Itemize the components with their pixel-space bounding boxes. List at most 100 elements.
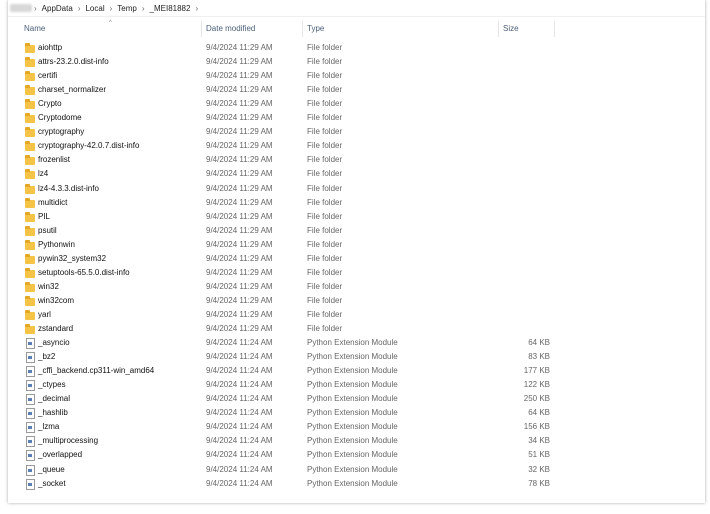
file-size: 34 KB — [528, 436, 550, 446]
folder-icon — [25, 295, 35, 306]
chevron-right-icon[interactable]: › — [193, 4, 200, 13]
folder-icon — [25, 85, 35, 96]
folder-icon — [25, 197, 35, 208]
file-name: _decimal — [38, 394, 71, 404]
file-name: cryptography — [38, 127, 85, 137]
file-row[interactable]: attrs-23.2.0.dist-info 9/4/2024 11:29 AM F… — [8, 55, 705, 69]
file-name: setuptools-65.5.0.dist-info — [38, 267, 130, 277]
file-name: multidict — [38, 197, 68, 207]
python-file-icon — [26, 436, 35, 448]
column-header-size[interactable]: Size — [503, 20, 519, 38]
breadcrumb-local[interactable]: Local — [82, 4, 107, 13]
file-row[interactable]: yarl 9/4/2024 11:29 AM File folder — [8, 308, 705, 322]
file-row[interactable]: certifi 9/4/2024 11:29 AM File folder — [8, 69, 705, 83]
file-name: aiohttp — [38, 43, 63, 52]
python-file-icon — [26, 338, 35, 350]
file-row[interactable]: _multiprocessing 9/4/2024 11:24 AM Python … — [8, 434, 705, 448]
file-size: 177 KB — [523, 366, 550, 376]
column-divider[interactable] — [201, 21, 202, 37]
python-file-icon — [26, 478, 35, 490]
file-date-modified: 9/4/2024 11:24 AM — [206, 366, 273, 376]
file-row[interactable]: Pythonwin 9/4/2024 11:29 AM File folder — [8, 238, 705, 252]
file-row[interactable]: _cffi_backend.cp311-win_amd64 9/4/2024 11… — [8, 364, 705, 378]
breadcrumb-appdata[interactable]: AppData — [39, 4, 76, 13]
file-row[interactable]: zstandard 9/4/2024 11:29 AM File folder — [8, 322, 705, 336]
file-date-modified: 9/4/2024 11:29 AM — [206, 43, 273, 52]
file-row[interactable]: _queue 9/4/2024 11:24 AM Python Extension … — [8, 463, 705, 477]
file-row[interactable]: _socket 9/4/2024 11:24 AM Python Extension… — [8, 477, 705, 491]
file-type: File folder — [307, 169, 343, 179]
file-date-modified: 9/4/2024 11:29 AM — [206, 309, 273, 319]
file-name: _socket — [38, 478, 66, 488]
file-type: Python Extension Module — [307, 478, 398, 488]
file-row[interactable]: _decimal 9/4/2024 11:24 AM Python Extensio… — [8, 392, 705, 406]
file-row[interactable]: PIL 9/4/2024 11:29 AM File folder — [8, 210, 705, 224]
folder-icon — [25, 183, 35, 194]
file-type: File folder — [307, 183, 343, 193]
file-row[interactable]: Crypto 9/4/2024 11:29 AM File folder — [8, 97, 705, 111]
file-date-modified: 9/4/2024 11:24 AM — [206, 436, 273, 446]
folder-icon — [25, 211, 35, 222]
file-name: lz4-4.3.3.dist-info — [38, 183, 99, 193]
folder-icon — [25, 253, 35, 264]
column-divider[interactable] — [554, 21, 555, 37]
file-date-modified: 9/4/2024 11:29 AM — [206, 295, 273, 305]
python-file-icon — [26, 380, 35, 392]
file-date-modified: 9/4/2024 11:24 AM — [206, 450, 273, 460]
column-header-type[interactable]: Type — [307, 20, 324, 38]
file-row[interactable]: Cryptodome 9/4/2024 11:29 AM File folder — [8, 111, 705, 125]
file-row[interactable]: win32 9/4/2024 11:29 AM File folder — [8, 280, 705, 294]
file-name: _ctypes — [38, 380, 66, 390]
file-type: Python Extension Module — [307, 436, 398, 446]
file-date-modified: 9/4/2024 11:29 AM — [206, 85, 273, 95]
python-file-icon — [26, 394, 35, 406]
file-row[interactable]: frozenlist 9/4/2024 11:29 AM File folder — [8, 153, 705, 167]
breadcrumb-current-folder[interactable]: _MEI81882 — [147, 4, 194, 13]
breadcrumb-temp[interactable]: Temp — [114, 4, 140, 13]
file-name: charset_normalizer — [38, 85, 107, 95]
file-size: 122 KB — [523, 380, 550, 390]
file-name: _hashlib — [38, 408, 68, 418]
file-name: Pythonwin — [38, 239, 75, 249]
file-row[interactable]: cryptography-42.0.7.dist-info 9/4/2024 11… — [8, 139, 705, 153]
file-type: Python Extension Module — [307, 408, 398, 418]
file-row[interactable]: _lzma 9/4/2024 11:24 AM Python Extension M… — [8, 420, 705, 434]
file-row[interactable]: _asyncio 9/4/2024 11:24 AM Python Extensio… — [8, 336, 705, 350]
file-row[interactable]: pywin32_system32 9/4/2024 11:29 AM File fo… — [8, 252, 705, 266]
column-divider[interactable] — [302, 21, 303, 37]
column-divider[interactable] — [498, 21, 499, 37]
folder-icon — [25, 99, 35, 110]
file-row[interactable]: psutil 9/4/2024 11:29 AM File folder — [8, 224, 705, 238]
file-size: 78 KB — [528, 478, 550, 488]
file-name: zstandard — [38, 324, 74, 333]
file-row[interactable]: charset_normalizer 9/4/2024 11:29 AM File … — [8, 83, 705, 97]
file-row[interactable]: win32com 9/4/2024 11:29 AM File folder — [8, 294, 705, 308]
file-row[interactable]: cryptography 9/4/2024 11:29 AM File folder — [8, 125, 705, 139]
file-name: attrs-23.2.0.dist-info — [38, 57, 109, 67]
file-explorer-window: › AppData › Local › Temp › _MEI81882 › ^… — [8, 0, 705, 503]
file-row[interactable]: _bz2 9/4/2024 11:24 AM Python Extension Mo… — [8, 350, 705, 364]
folder-icon — [25, 113, 35, 124]
file-type: Python Extension Module — [307, 352, 398, 362]
file-row[interactable]: _overlapped 9/4/2024 11:24 AM Python Exten… — [8, 448, 705, 462]
file-row[interactable]: setuptools-65.5.0.dist-info 9/4/2024 11:2… — [8, 266, 705, 280]
file-row[interactable]: _hashlib 9/4/2024 11:24 AM Python Extensio… — [8, 406, 705, 420]
file-row[interactable]: aiohttp 9/4/2024 11:29 AM File folder — [8, 41, 705, 55]
column-header-name[interactable]: Name — [24, 20, 45, 38]
file-row[interactable]: lz4 9/4/2024 11:29 AM File folder — [8, 167, 705, 181]
file-row[interactable]: multidict 9/4/2024 11:29 AM File folder — [8, 196, 705, 210]
file-name: yarl — [38, 309, 51, 319]
column-header-date[interactable]: Date modified — [206, 20, 255, 38]
file-name: _queue — [38, 464, 65, 474]
file-type: File folder — [307, 309, 343, 319]
file-type: Python Extension Module — [307, 422, 398, 432]
file-row[interactable]: lz4-4.3.3.dist-info 9/4/2024 11:29 AM File… — [8, 182, 705, 196]
file-name: Cryptodome — [38, 113, 82, 123]
folder-icon — [25, 267, 35, 278]
folder-icon — [25, 155, 35, 166]
folder-icon — [25, 71, 35, 82]
file-date-modified: 9/4/2024 11:24 AM — [206, 422, 273, 432]
file-type: Python Extension Module — [307, 380, 398, 390]
file-type: File folder — [307, 225, 343, 235]
file-row[interactable]: _ctypes 9/4/2024 11:24 AM Python Extension… — [8, 378, 705, 392]
